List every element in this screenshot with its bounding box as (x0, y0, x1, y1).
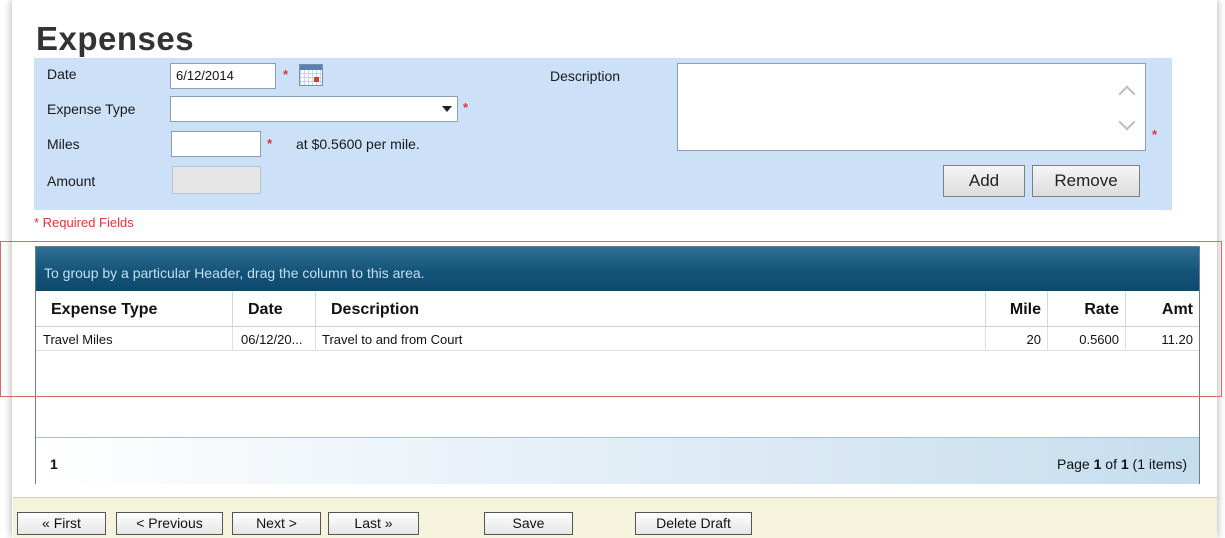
pager-items: (1 items) (1132, 456, 1187, 472)
description-required-marker: * (1152, 127, 1158, 142)
expense-type-required-marker: * (463, 100, 469, 115)
first-button[interactable]: « First (17, 512, 106, 535)
date-label: Date (47, 66, 77, 82)
remove-button[interactable]: Remove (1032, 165, 1140, 197)
chevron-down-icon[interactable] (442, 106, 452, 112)
delete-draft-button[interactable]: Delete Draft (635, 512, 752, 535)
pager-of-word: of (1105, 456, 1117, 472)
amount-field (172, 166, 261, 194)
pager-total: 1 (1120, 456, 1129, 472)
page-number-link[interactable]: 1 (50, 456, 58, 472)
miles-input[interactable] (171, 131, 261, 157)
scroll-up-icon[interactable] (1118, 85, 1136, 103)
description-textarea[interactable] (677, 63, 1146, 151)
scroll-down-icon[interactable] (1118, 113, 1136, 131)
add-button[interactable]: Add (943, 165, 1025, 197)
save-button[interactable]: Save (484, 512, 573, 535)
page-title: Expenses (36, 20, 195, 57)
miles-label: Miles (47, 136, 80, 152)
pager-page-word: Page (1057, 456, 1090, 472)
grid-footer: 1 Page 1 of 1 (1 items) (36, 437, 1199, 484)
mileage-rate-text: at $0.5600 per mile. (296, 136, 420, 152)
date-input[interactable]: 6/12/2014 (170, 63, 276, 89)
calendar-icon[interactable] (299, 64, 323, 86)
description-label: Description (550, 68, 621, 84)
pager-current: 1 (1093, 456, 1102, 472)
date-required-marker: * (283, 67, 289, 82)
expense-type-select[interactable] (170, 96, 458, 122)
amount-label: Amount (47, 173, 96, 189)
miles-required-marker: * (267, 136, 273, 151)
highlight-outline (0, 241, 1222, 397)
pager-info: Page 1 of 1 (1 items) (1057, 456, 1187, 472)
required-fields-note: * Required Fields (34, 215, 134, 230)
previous-button[interactable]: < Previous (116, 512, 223, 535)
expense-type-label: Expense Type (47, 101, 136, 117)
next-button[interactable]: Next > (232, 512, 321, 535)
last-button[interactable]: Last » (328, 512, 419, 535)
